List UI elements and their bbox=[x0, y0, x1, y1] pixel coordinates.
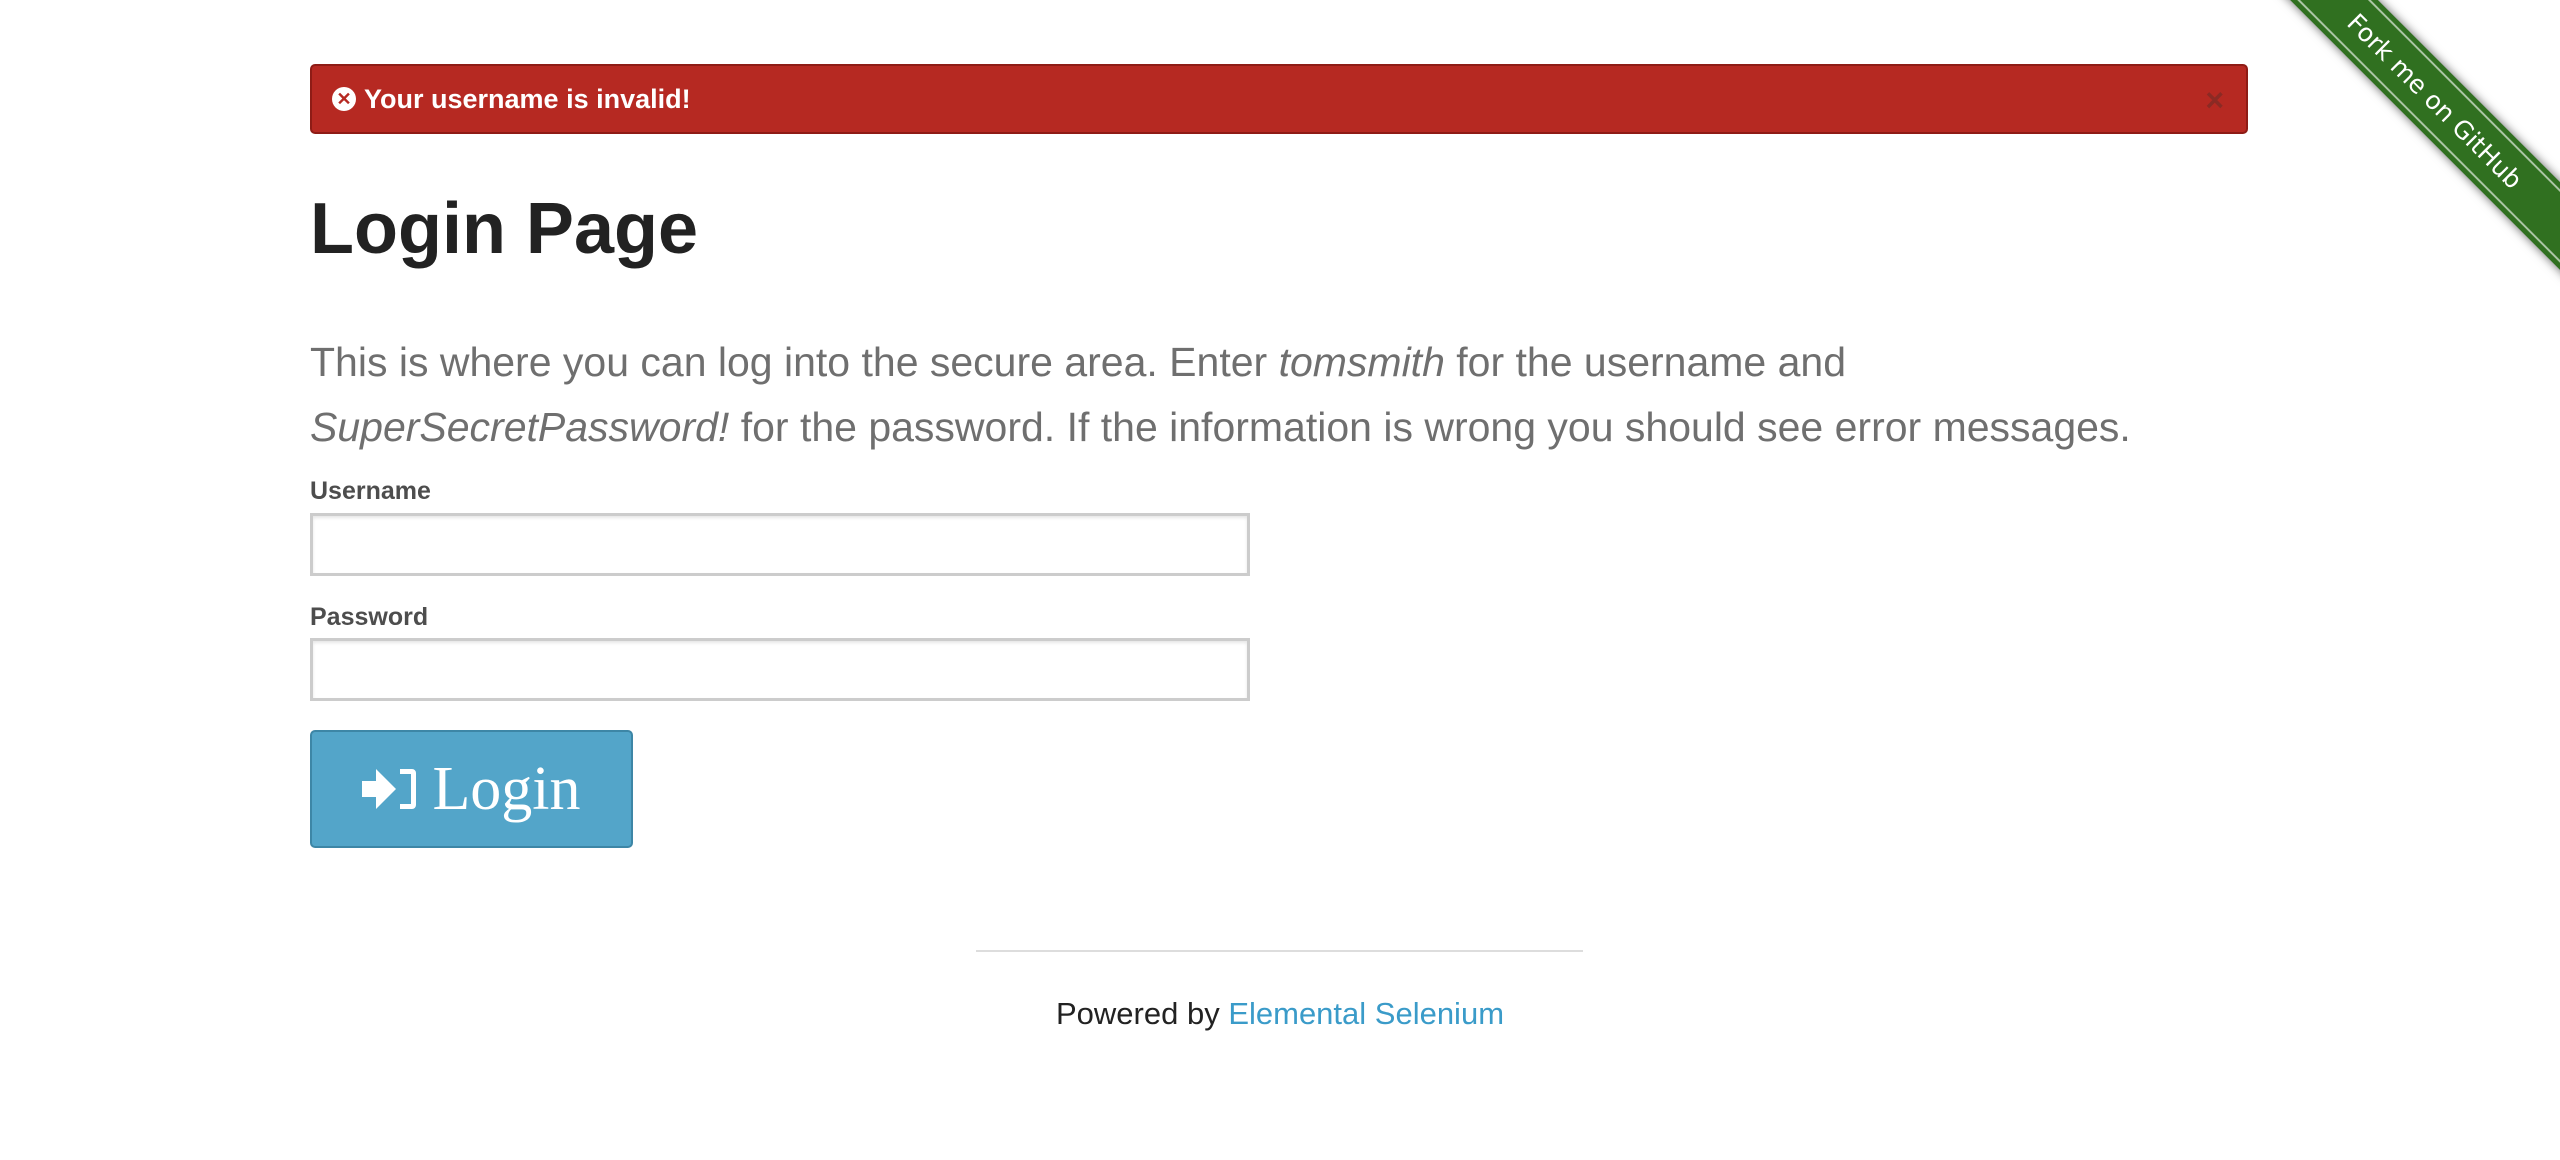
login-label: Login bbox=[432, 754, 581, 823]
username-label: Username bbox=[310, 477, 431, 505]
footer: Powered by Elemental Selenium bbox=[0, 996, 2560, 1032]
flash-message: Your username is invalid! bbox=[364, 83, 691, 114]
intro-text: for the password. If the information is … bbox=[729, 404, 2131, 450]
intro-password: SuperSecretPassword! bbox=[310, 404, 730, 450]
intro-text: This is where you can log into the secur… bbox=[310, 339, 1279, 385]
sign-in-icon bbox=[362, 769, 417, 809]
times-circle-icon: ✕ bbox=[332, 87, 356, 111]
username-input[interactable] bbox=[310, 513, 1250, 576]
page-title: Login Page bbox=[310, 189, 699, 269]
close-flash-button[interactable]: × bbox=[2205, 82, 2224, 119]
flash-error: ✕ Your username is invalid! × bbox=[310, 64, 2248, 134]
page-intro: This is where you can log into the secur… bbox=[310, 330, 2270, 460]
password-input[interactable] bbox=[310, 638, 1250, 701]
footer-text: Powered by bbox=[1055, 996, 1229, 1031]
intro-username: tomsmith bbox=[1278, 339, 1445, 385]
fork-on-github-ribbon[interactable]: Fork me on GitHub bbox=[2257, 0, 2560, 279]
password-label: Password bbox=[310, 603, 429, 631]
elemental-selenium-link[interactable]: Elemental Selenium bbox=[1228, 996, 1504, 1031]
intro-text: for the username and bbox=[1444, 339, 1847, 385]
footer-divider bbox=[976, 950, 1583, 952]
login-button[interactable]: Login bbox=[310, 730, 633, 848]
